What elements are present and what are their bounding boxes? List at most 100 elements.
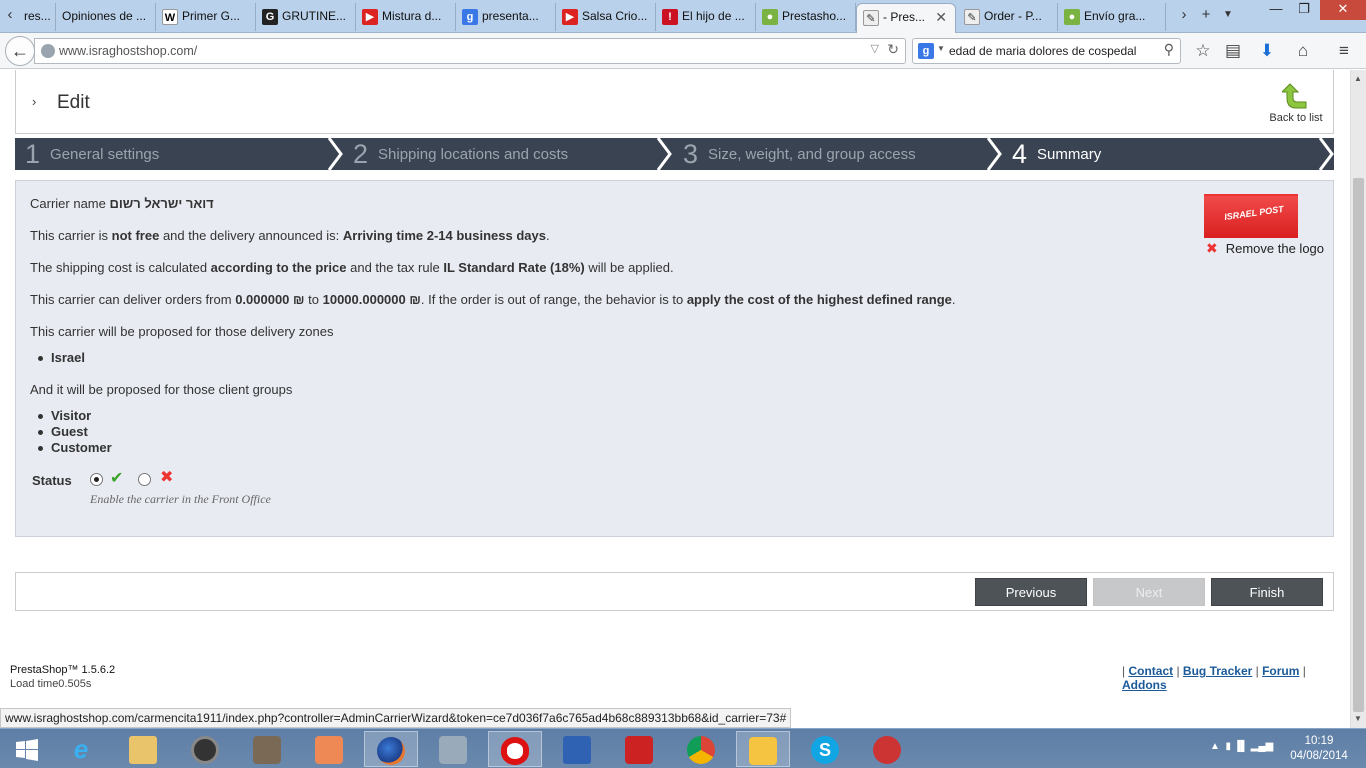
paint-icon[interactable] [426, 731, 480, 767]
search-text: edad de maria dolores de cospedal [949, 44, 1137, 58]
search-engine-dropdown-icon[interactable]: ▼ [937, 44, 945, 53]
url-dropdown-icon[interactable]: ▽ [871, 42, 879, 55]
media-player-icon[interactable] [178, 731, 232, 767]
outlook-icon[interactable] [736, 731, 790, 767]
range-to: 10000.000000 ₪ [322, 292, 421, 307]
range-from: 0.000000 ₪ [235, 292, 305, 307]
zones-intro: This carrier will be proposed for those … [30, 324, 334, 339]
step-size-weight[interactable]: 3 Size, weight, and group access [683, 138, 916, 170]
page-title: Edit [57, 92, 90, 113]
news-site-icon: ! [662, 8, 678, 25]
clock-date: 04/08/2014 [1290, 750, 1348, 762]
tab-title: Opiniones de ... [62, 9, 147, 23]
word-app-icon[interactable] [550, 731, 604, 767]
minimize-icon[interactable]: — [1262, 0, 1290, 20]
tab[interactable]: g presenta... [456, 3, 556, 31]
scroll-thumb[interactable] [1353, 178, 1364, 712]
reload-icon[interactable]: ↻ [887, 41, 899, 58]
search-icon[interactable]: ⚲ [1164, 41, 1174, 58]
downloads-icon[interactable]: ⬇ [1255, 39, 1279, 63]
previous-button[interactable]: Previous [975, 578, 1087, 606]
next-button[interactable]: Next [1093, 578, 1205, 606]
search-bar[interactable]: g ▼ edad de maria dolores de cospedal ⚲ [912, 38, 1181, 64]
chrome-icon[interactable] [674, 731, 728, 767]
download-manager-icon[interactable] [860, 731, 914, 767]
text: . If the order is out of range, the beha… [420, 292, 684, 307]
back-to-list-button[interactable]: Back to list [1266, 80, 1326, 124]
globe-icon [41, 44, 55, 58]
wikipedia-icon: W [162, 8, 178, 25]
restore-icon[interactable]: ❐ [1290, 0, 1318, 20]
step-general-settings[interactable]: 1 General settings [25, 138, 159, 170]
skype-icon[interactable]: S [798, 731, 852, 767]
back-arrow-icon [1282, 83, 1307, 109]
bug-tracker-link[interactable]: Bug Tracker [1183, 664, 1252, 678]
google-search-icon: g [918, 43, 934, 59]
delivery-delay: Arriving time 2-14 business days [342, 228, 546, 243]
scroll-up-icon[interactable]: ▲ [1354, 74, 1362, 83]
tab[interactable]: Opiniones de ... [56, 3, 156, 31]
addons-link[interactable]: Addons [1122, 678, 1167, 692]
bookmarks-list-icon[interactable]: ▤ [1221, 39, 1245, 63]
document-app-icon[interactable] [240, 731, 294, 767]
step-shipping-locations[interactable]: 2 Shipping locations and costs [353, 138, 568, 170]
tab[interactable]: ✎ Order - P... [958, 3, 1058, 31]
remove-logo-link[interactable]: ✖ Remove the logo [1206, 240, 1324, 257]
page-scrollbar[interactable]: ▲ ▼ [1350, 70, 1366, 728]
close-tab-icon[interactable]: ✕ [935, 4, 947, 30]
tab-active[interactable]: ✎ - Pres... ✕ [856, 3, 956, 33]
status-enabled-radio[interactable] [90, 473, 103, 486]
tab[interactable]: ▶ Mistura d... [356, 3, 456, 31]
zone-item: Israel [38, 350, 85, 365]
tab-title: Order - P... [984, 9, 1042, 23]
step-number: 2 [353, 139, 369, 169]
tab-title: Envío gra... [1084, 9, 1146, 23]
scroll-tabs-right-icon[interactable]: › [1174, 4, 1194, 26]
start-button[interactable] [0, 731, 54, 767]
google-icon: g [462, 8, 478, 25]
file-explorer-icon[interactable] [116, 731, 170, 767]
system-tray-icons[interactable]: ▲ ▮ ▐▌ ▂▄▆ [1210, 741, 1273, 752]
step-label: Shipping locations and costs [378, 146, 569, 163]
internet-explorer-icon[interactable]: e [54, 731, 108, 767]
tab[interactable]: ▶ Salsa Crio... [556, 3, 656, 31]
forum-link[interactable]: Forum [1262, 664, 1299, 678]
step-summary[interactable]: 4 Summary [1012, 138, 1101, 170]
summary-panel: Carrier name דואר ישראל רשום This carrie… [15, 180, 1334, 537]
contact-link[interactable]: Contact [1128, 664, 1173, 678]
tab[interactable]: ● Prestasho... [756, 3, 856, 31]
tab[interactable]: W Primer G... [156, 3, 256, 31]
bookmark-star-icon[interactable]: ☆ [1191, 39, 1215, 63]
delete-icon: ✖ [1206, 240, 1218, 256]
photo-app-icon[interactable] [302, 731, 356, 767]
footer-links: | Contact | Bug Tracker | Forum | Addons [1122, 664, 1306, 692]
carrier-name-line: Carrier name דואר ישראל רשום [30, 196, 214, 211]
home-icon[interactable]: ⌂ [1291, 39, 1315, 63]
navigation-bar: www.israghostshop.com/ ▽ ↻ ← g ▼ edad de… [0, 33, 1366, 69]
scroll-down-icon[interactable]: ▼ [1354, 714, 1362, 723]
back-button[interactable]: ← [5, 36, 35, 66]
opera-icon[interactable] [488, 731, 542, 767]
tab[interactable]: ! El hijo de ... [656, 3, 756, 31]
shipping-cost-line: The shipping cost is calculated accordin… [30, 260, 674, 275]
text: This carrier can deliver orders from [30, 292, 232, 307]
power-app-icon[interactable] [612, 731, 666, 767]
step-separator-icon [1318, 138, 1334, 170]
menu-icon[interactable]: ≡ [1332, 39, 1356, 63]
window-close-icon[interactable]: ✕ [1320, 0, 1366, 20]
step-number: 3 [683, 139, 699, 169]
finish-button[interactable]: Finish [1211, 578, 1323, 606]
clock[interactable]: 10:19 04/08/2014 [1286, 734, 1352, 764]
tab[interactable]: G GRUTINE... [256, 3, 356, 31]
new-tab-icon[interactable]: + [1196, 4, 1216, 26]
check-icon: ✔ [110, 470, 124, 487]
url-bar[interactable]: www.israghostshop.com/ ▽ ↻ [34, 38, 906, 64]
step-separator-icon [656, 138, 672, 170]
list-tabs-icon[interactable]: ▼ [1218, 4, 1238, 26]
tab[interactable]: ● Envío gra... [1058, 3, 1166, 31]
status-disabled-radio[interactable] [138, 473, 151, 486]
g-site-icon: G [262, 8, 278, 25]
firefox-icon[interactable] [364, 731, 418, 767]
tab[interactable]: res... [18, 3, 56, 31]
step-label: Size, weight, and group access [708, 146, 916, 163]
